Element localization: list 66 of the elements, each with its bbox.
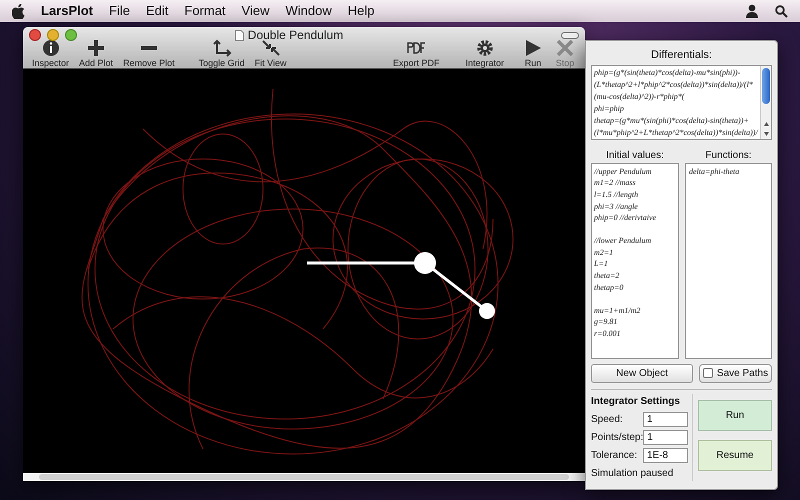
input-field[interactable]: 1	[643, 412, 688, 426]
input-field[interactable]: 1E-8	[643, 448, 688, 462]
equation-line: (L*thetap^2+l*phip^2*cos(delta))*sin(delta))/(l*	[594, 78, 754, 90]
new-object-button[interactable]: New Object	[591, 364, 693, 382]
code-line: //lower Pendulum	[594, 235, 652, 247]
code-line: delta=phi-theta	[689, 166, 740, 178]
code-line: phip=0 //derivtaive	[594, 212, 658, 224]
scrollbar-thumb[interactable]	[39, 474, 569, 480]
status-text: Simulation paused	[591, 466, 674, 480]
code-line: theta=2	[594, 270, 620, 282]
app-menu[interactable]: LarsPlot	[41, 1, 94, 21]
initial-values-editor[interactable]: //upper Pendulum m1=2 //mass l=1.5 //length phi=3 //angle phip=0 //derivtaive //lower Pendulum m2=1 L=1 theta=2 thetap=0 mu=1+m1/m2 g=9.81 r=0.001	[591, 162, 679, 358]
apple-logo-icon[interactable]	[12, 4, 25, 18]
code-line: //upper Pendulum	[594, 166, 653, 178]
equation-line: phip=(g*(sin(theta)*cos(delta)-mu*sin(phi))-	[594, 66, 742, 78]
code-line: m1=2 //mass	[594, 177, 637, 189]
close-icon	[554, 38, 576, 58]
section-title: Differentials:	[650, 48, 713, 63]
toolbar-button[interactable]: Add Plot	[74, 38, 118, 68]
user-icon[interactable]	[745, 4, 759, 18]
code-line: r=0.001	[594, 328, 622, 340]
run-button[interactable]: Run	[698, 400, 772, 430]
code-line: L=1	[594, 258, 609, 270]
equation-line: thetap=(g*mu*(sin(phi)*cos(delta)-sin(theta))+	[594, 114, 750, 126]
search-icon[interactable]	[775, 4, 788, 18]
menu-item[interactable]: File	[109, 1, 130, 21]
arrows-inward-icon	[260, 38, 282, 58]
scrollbar-thumb[interactable]	[762, 68, 770, 104]
toolbar-button[interactable]: Toggle Grid	[194, 38, 250, 68]
equation-line: phi=phip	[594, 102, 625, 114]
field-label: Points/step:	[591, 430, 644, 444]
zoom-window-button[interactable]	[65, 29, 77, 41]
resume-button[interactable]: Resume	[698, 440, 772, 470]
code-line: mu=1+m1/m2	[594, 304, 642, 316]
menu-item[interactable]: Window	[286, 1, 332, 21]
code-line: phi=3 //angle	[594, 200, 639, 212]
minimize-window-button[interactable]	[47, 29, 59, 41]
axes-icon	[210, 38, 233, 58]
section-title: Functions:	[704, 148, 753, 162]
menu-item[interactable]: Edit	[146, 1, 168, 21]
minus-icon	[140, 46, 157, 50]
code-line: g=9.81	[594, 316, 618, 328]
equation-line: (mu-cos(delta)^2))-r*phip*(	[594, 90, 686, 102]
functions-editor[interactable]: delta=phi-theta	[685, 162, 772, 358]
code-line: l=1.5 //length	[594, 188, 640, 201]
equation-line: (l*mu*phip^2+L*thetap^2*cos(delta))*sin(delta))/	[594, 126, 758, 138]
menu-item[interactable]: Format	[184, 1, 226, 21]
toolbar-toggle-button[interactable]	[561, 32, 579, 38]
section-title: Initial values:	[605, 148, 665, 162]
input-field[interactable]: 1	[643, 430, 688, 444]
code-line: thetap=0	[594, 282, 624, 294]
settings-heading: Integrator Settings	[591, 394, 681, 408]
differentials-editor[interactable]	[591, 64, 772, 140]
menu-item[interactable]: Help	[348, 1, 374, 21]
toolbar-button[interactable]: Remove Plot	[118, 38, 180, 68]
save-paths-checkbox[interactable]: Save Paths	[699, 364, 772, 382]
toolbar-button[interactable]: Run	[517, 38, 549, 68]
toolbar-button[interactable]: Export PDF	[388, 38, 444, 68]
field-label: Speed:	[591, 412, 623, 426]
code-line: m2=1	[594, 246, 614, 258]
menu-item[interactable]: View	[242, 1, 270, 21]
document-icon	[234, 30, 244, 40]
toolbar-button[interactable]: Inspector	[27, 38, 74, 68]
close-window-button[interactable]	[29, 29, 41, 41]
toolbar-button[interactable]: Integrator	[460, 38, 509, 68]
field-label: Tolerance:	[591, 448, 638, 462]
